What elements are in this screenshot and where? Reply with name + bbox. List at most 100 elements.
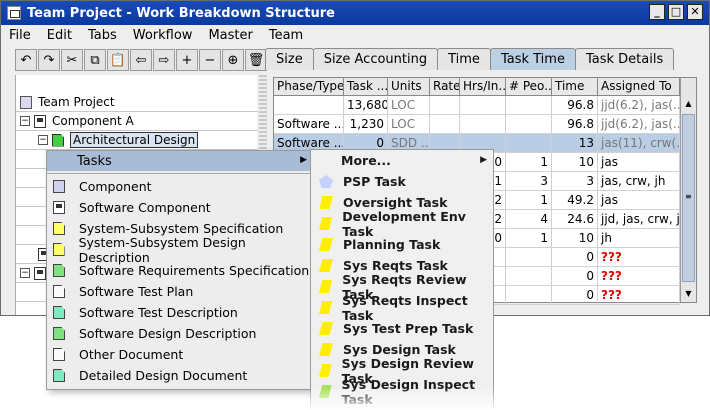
table-row[interactable]: 13,680 LOC 96.8 jjd(6.2), jas(...: [274, 96, 680, 115]
menu-edit[interactable]: Edit: [47, 28, 72, 43]
menu-file[interactable]: File: [9, 28, 31, 43]
table-cell[interactable]: Software ...: [274, 115, 344, 133]
table-cell[interactable]: jh: [598, 229, 680, 247]
toolbar-button[interactable]: ⇨: [153, 49, 175, 71]
table-cell[interactable]: ???: [598, 248, 680, 266]
tree-row-root[interactable]: Team Project: [16, 93, 258, 112]
toolbar-button[interactable]: +: [176, 49, 198, 71]
table-cell[interactable]: 24.6: [552, 210, 598, 228]
table-cell[interactable]: jjd(6.2), jas(...: [598, 96, 680, 114]
toolbar-button[interactable]: ↷: [38, 49, 60, 71]
table-cell[interactable]: [430, 115, 460, 133]
menu-item-software-design-description[interactable]: Software Design Description: [47, 323, 311, 344]
tree-row-selected[interactable]: − Architectural Design: [16, 131, 258, 150]
toolbar-button[interactable]: ⇦: [130, 49, 152, 71]
table-cell[interactable]: 96.8: [552, 115, 598, 133]
table-cell[interactable]: [460, 115, 506, 133]
table-cell[interactable]: [460, 96, 506, 114]
menu-item-other-document[interactable]: Other Document: [47, 344, 311, 365]
menu-workflow[interactable]: Workflow: [133, 28, 193, 43]
tab-time[interactable]: Time: [437, 48, 491, 70]
table-cell[interactable]: 1: [506, 229, 552, 247]
table-cell[interactable]: [506, 96, 552, 114]
table-cell[interactable]: 10: [552, 229, 598, 247]
collapse-icon[interactable]: −: [20, 116, 30, 126]
menu-item-system-subsystem-design[interactable]: System-Subsystem Design Description: [47, 235, 311, 265]
toolbar-button[interactable]: ⧉: [84, 49, 106, 71]
submenu-item-sys-test-prep-task[interactable]: Sys Test Prep Task: [311, 318, 493, 339]
table-cell[interactable]: LOC: [388, 115, 430, 133]
table-cell[interactable]: 3: [552, 172, 598, 190]
table-cell[interactable]: 4: [506, 210, 552, 228]
toolbar-button[interactable]: 📋: [107, 49, 129, 71]
menu-item-tasks[interactable]: Tasks ▶: [47, 151, 311, 171]
column-header[interactable]: # Peo...: [506, 78, 552, 95]
column-header[interactable]: Task ...: [344, 78, 388, 95]
menu-item-software-component[interactable]: Software Component: [47, 197, 311, 218]
vertical-scrollbar[interactable]: ▲ ≡ ▼: [680, 78, 696, 302]
menu-item-software-requirements-spec[interactable]: Software Requirements Specification: [47, 260, 311, 281]
table-cell[interactable]: [274, 96, 344, 114]
submenu-item-psp-task[interactable]: PSP Task: [311, 171, 493, 192]
scroll-thumb[interactable]: ≡: [682, 114, 695, 282]
table-cell[interactable]: 96.8: [552, 96, 598, 114]
table-cell[interactable]: jas, crw, jh: [598, 172, 680, 190]
table-cell[interactable]: jjd(6.2), jas(...: [598, 115, 680, 133]
column-header[interactable]: Units: [388, 78, 430, 95]
tree-row-component[interactable]: − Component A: [16, 112, 258, 131]
scroll-up-icon[interactable]: ▲: [681, 96, 696, 112]
column-header[interactable]: Rate: [430, 78, 460, 95]
tab-task-time[interactable]: Task Time: [489, 48, 576, 70]
table-cell[interactable]: 1: [506, 191, 552, 209]
submenu-item-sys-reqts-inspect-task[interactable]: Sys Reqts Inspect Task: [311, 293, 493, 323]
menu-master[interactable]: Master: [208, 28, 252, 43]
table-cell[interactable]: 49.2: [552, 191, 598, 209]
table-cell[interactable]: 0: [552, 248, 598, 266]
table-cell[interactable]: 13: [552, 134, 598, 152]
tab-size-accounting[interactable]: Size Accounting: [312, 48, 439, 70]
menu-tabs[interactable]: Tabs: [88, 28, 117, 43]
table-cell[interactable]: [506, 134, 552, 152]
table-cell[interactable]: [506, 267, 552, 285]
table-cell[interactable]: jas: [598, 153, 680, 171]
toolbar-button[interactable]: ✂: [61, 49, 83, 71]
toolbar-button[interactable]: ⊕: [222, 49, 244, 71]
table-cell[interactable]: 1: [506, 153, 552, 171]
table-cell[interactable]: jjd, jas, crw, jh: [598, 210, 680, 228]
column-header[interactable]: Phase/Type: [274, 78, 344, 95]
tab-task-details[interactable]: Task Details: [574, 48, 675, 70]
menu-team[interactable]: Team: [269, 28, 303, 43]
table-cell[interactable]: [506, 248, 552, 266]
menu-item-software-test-description[interactable]: Software Test Description: [47, 302, 311, 323]
table-cell[interactable]: LOC: [388, 96, 430, 114]
toolbar-button[interactable]: ↶: [15, 49, 37, 71]
scroll-down-icon[interactable]: ▼: [681, 286, 696, 302]
toolbar-button[interactable]: −: [199, 49, 221, 71]
minimize-button[interactable]: _: [649, 4, 665, 20]
submenu-item-sys-design-inspect-task[interactable]: Sys Design Inspect Task: [311, 377, 493, 407]
column-header[interactable]: Time: [552, 78, 598, 95]
column-header[interactable]: Hrs/In...: [460, 78, 506, 95]
table-cell[interactable]: ???: [598, 286, 680, 304]
table-cell[interactable]: jas(11), crw(...: [598, 134, 680, 152]
table-cell[interactable]: [506, 115, 552, 133]
submenu-item-planning-task[interactable]: Planning Task: [311, 234, 493, 255]
table-cell[interactable]: 0: [552, 267, 598, 285]
table-row[interactable]: Software ... 1,230 LOC 96.8 jjd(6.2), jas(..…: [274, 115, 680, 134]
column-header[interactable]: Assigned To: [598, 78, 680, 95]
maximize-button[interactable]: □: [668, 4, 684, 20]
menu-item-component[interactable]: Component: [47, 176, 311, 197]
title-bar[interactable]: Team Project - Work Breakdown Structure …: [1, 1, 709, 25]
collapse-icon[interactable]: −: [38, 135, 48, 145]
table-cell[interactable]: 10: [552, 153, 598, 171]
table-cell[interactable]: 13,680: [344, 96, 388, 114]
table-cell[interactable]: [430, 96, 460, 114]
close-button[interactable]: ✕: [687, 4, 703, 20]
table-cell[interactable]: 3: [506, 172, 552, 190]
submenu-item-development-env-task[interactable]: Development Env Task: [311, 209, 493, 239]
table-cell[interactable]: ???: [598, 267, 680, 285]
toolbar-button[interactable]: 🗑: [245, 49, 267, 71]
table-cell[interactable]: [506, 286, 552, 304]
tab-size[interactable]: Size: [265, 48, 314, 70]
table-cell[interactable]: 0: [552, 286, 598, 304]
